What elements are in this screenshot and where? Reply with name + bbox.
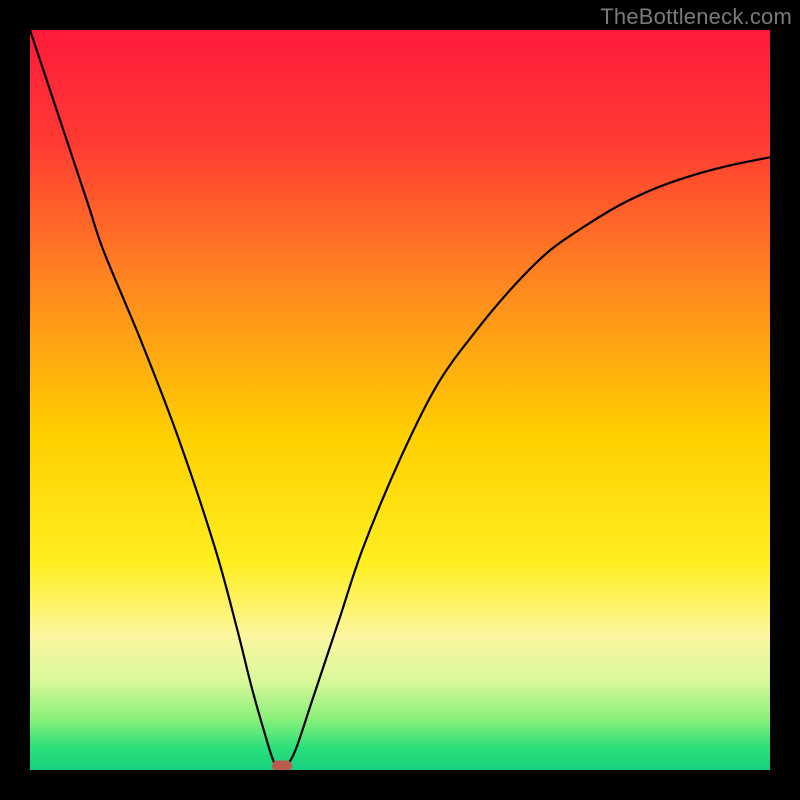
bottleneck-curve — [30, 30, 770, 770]
plot-area — [30, 30, 770, 770]
watermark-text: TheBottleneck.com — [600, 4, 792, 30]
chart-frame: TheBottleneck.com — [0, 0, 800, 800]
optimum-marker — [272, 761, 292, 771]
